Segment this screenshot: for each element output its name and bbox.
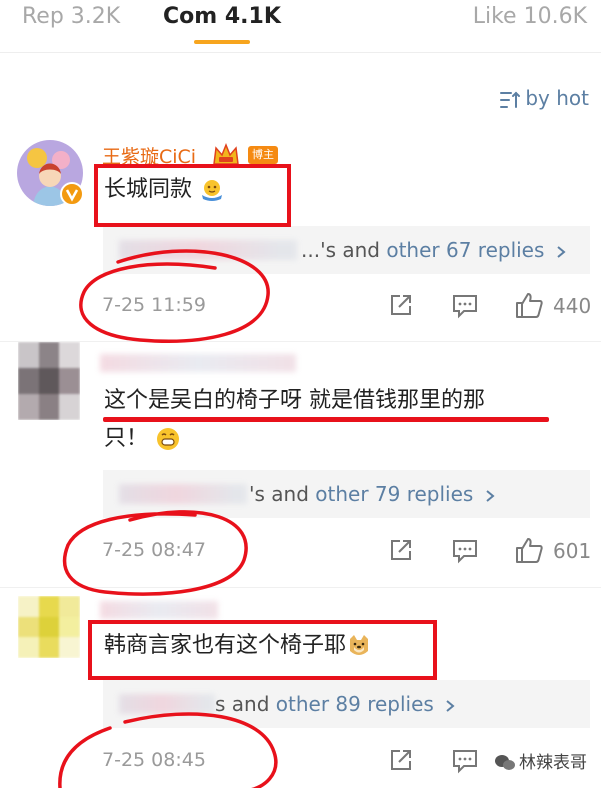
share-icon[interactable] xyxy=(388,292,414,318)
blurred-username xyxy=(100,601,218,619)
wechat-logo-icon xyxy=(495,755,515,770)
blurred-avatar-icon xyxy=(18,596,80,658)
verified-badge-icon xyxy=(60,182,84,206)
tab-comments[interactable]: Com 4.1K xyxy=(163,0,281,34)
comment-divider xyxy=(0,341,601,342)
replies-preview[interactable]: s and other 89 replies xyxy=(103,680,590,728)
more-replies-link[interactable]: other 79 replies xyxy=(315,482,473,506)
blurred-avatar-icon xyxy=(18,342,80,420)
highlight-box xyxy=(88,620,437,680)
replies-link[interactable]: ...'s and other 67 replies xyxy=(301,238,567,262)
blurred-replier-names xyxy=(119,694,215,714)
chevron-right-icon xyxy=(557,245,566,258)
comment-time: 7-25 11:59 xyxy=(102,294,206,316)
thumbs-up-icon[interactable] xyxy=(514,535,544,565)
like-count: 601 xyxy=(553,539,592,563)
chevron-right-icon xyxy=(486,489,495,502)
share-icon[interactable] xyxy=(388,537,414,563)
tab-likes[interactable]: Like 10.6K xyxy=(473,0,587,34)
replies-preview[interactable]: 's and other 79 replies xyxy=(103,470,590,518)
blurred-replier-names xyxy=(119,484,247,504)
more-replies-link[interactable]: other 89 replies xyxy=(276,692,434,716)
comment-line: 这个是吴白的椅子呀 就是借钱那里的那 xyxy=(104,388,485,413)
active-tab-indicator xyxy=(194,40,250,44)
comment-time: 7-25 08:45 xyxy=(102,749,206,771)
blurred-username xyxy=(100,354,296,372)
comment-divider xyxy=(0,587,601,588)
chevron-right-icon xyxy=(446,699,455,712)
replies-link[interactable]: 's and other 79 replies xyxy=(249,482,496,506)
like-count: 440 xyxy=(553,294,592,318)
replies-link[interactable]: s and other 89 replies xyxy=(215,692,456,716)
sort-label: by hot xyxy=(525,86,589,110)
tabs-divider xyxy=(0,52,601,53)
comment-line-2: 只！ xyxy=(104,420,485,458)
avatar[interactable] xyxy=(18,596,80,658)
sort-button[interactable]: by hot xyxy=(499,84,589,112)
sort-lines-icon xyxy=(500,91,521,108)
more-replies-link[interactable]: other 67 replies xyxy=(386,238,544,262)
tab-reposts[interactable]: Rep 3.2K xyxy=(22,0,120,34)
highlight-underline xyxy=(103,417,549,422)
highlight-box xyxy=(94,164,291,227)
share-icon[interactable] xyxy=(388,747,414,773)
tab-bar: Rep 3.2K Com 4.1K Like 10.6K xyxy=(0,0,601,52)
avatar[interactable] xyxy=(18,342,80,420)
watermark: 林辣表哥 xyxy=(494,748,587,773)
replies-preview[interactable]: ...'s and other 67 replies xyxy=(103,226,590,274)
comment-bubble-icon[interactable] xyxy=(451,293,479,319)
thumbs-up-icon[interactable] xyxy=(514,290,544,320)
comment-bubble-icon[interactable] xyxy=(451,538,479,564)
blurred-replier-names xyxy=(119,240,297,260)
comment-bubble-icon[interactable] xyxy=(451,748,479,774)
grin-emoji xyxy=(157,428,180,450)
blogger-badge: 博主 xyxy=(248,146,278,164)
comment-time: 7-25 08:47 xyxy=(102,539,206,561)
